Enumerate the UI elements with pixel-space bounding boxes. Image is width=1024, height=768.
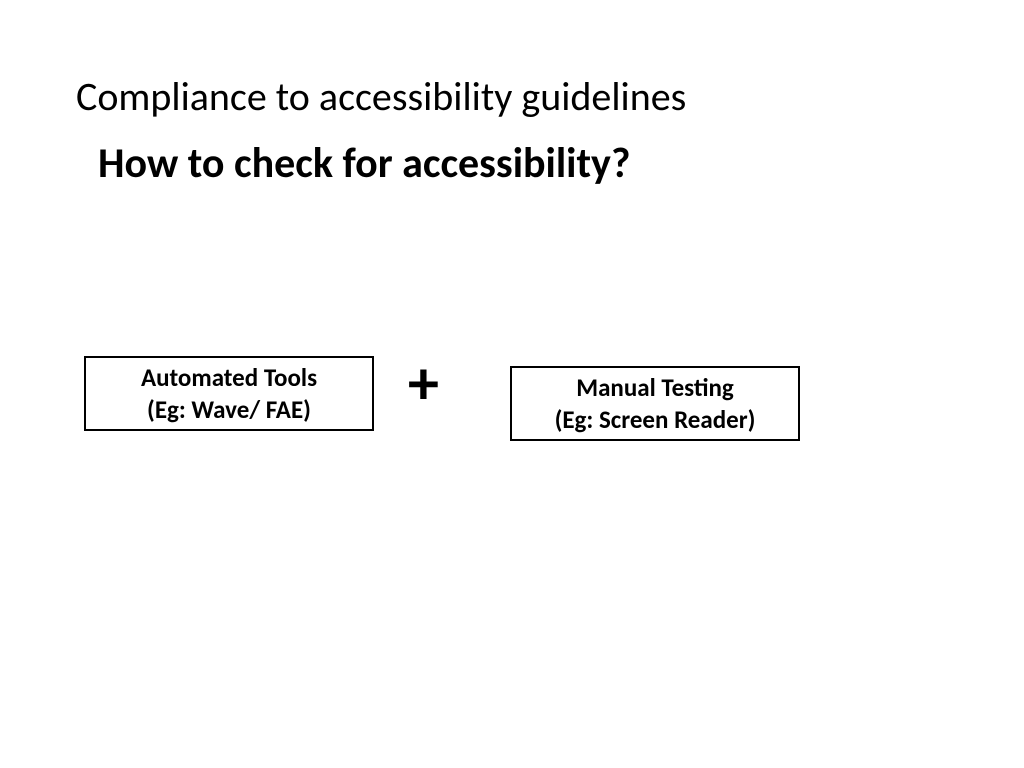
box-right-line2: (Eg: Screen Reader) <box>555 404 756 435</box>
slide-subtitle: How to check for accessibility? <box>98 138 630 189</box>
plus-icon: + <box>408 352 439 414</box>
slide-title: Compliance to accessibility guidelines <box>76 72 686 121</box>
box-right-line1: Manual Testing <box>576 372 734 403</box>
box-left-line2: (Eg: Wave/ FAE) <box>147 394 311 425</box>
manual-testing-box: Manual Testing (Eg: Screen Reader) <box>510 366 800 441</box>
box-left-line1: Automated Tools <box>141 362 317 393</box>
automated-tools-box: Automated Tools (Eg: Wave/ FAE) <box>84 356 374 431</box>
